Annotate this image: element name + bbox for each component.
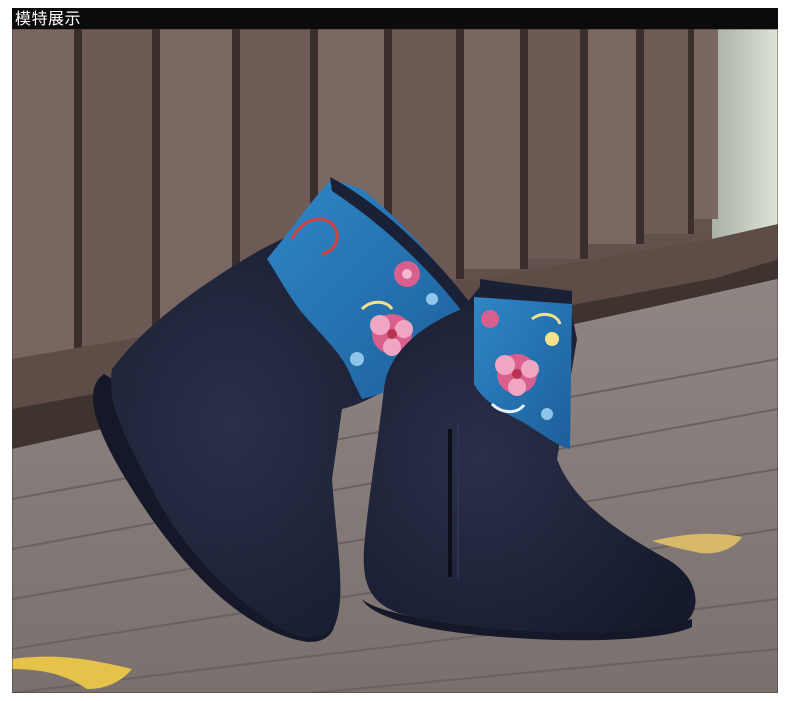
- product-photo: [12, 29, 778, 693]
- header-title: 模特展示: [15, 9, 82, 28]
- header-bar: 模特展示: [12, 8, 778, 29]
